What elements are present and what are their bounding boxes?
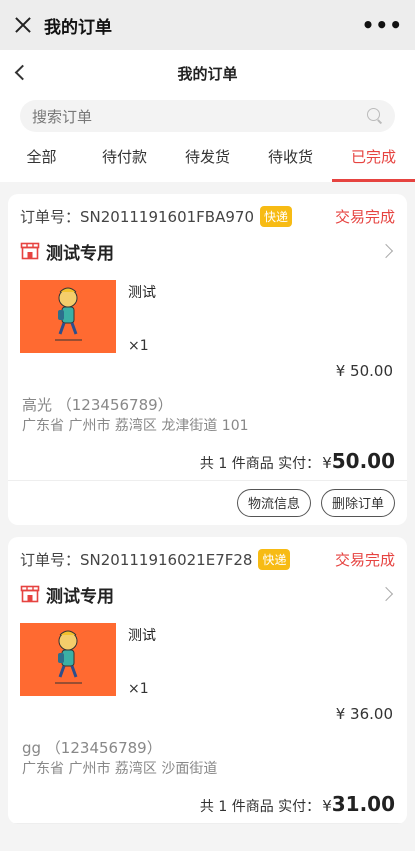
- order-status: 交易完成: [334, 550, 395, 569]
- shop-icon: [20, 242, 40, 260]
- shop-name: 测试专用: [46, 586, 114, 607]
- recipient-contact: 高光 （123456789）: [22, 396, 173, 414]
- total-label: 共 1 件商品 实付：: [199, 456, 321, 472]
- order-status: 交易完成: [334, 207, 395, 226]
- chevron-right-icon[interactable]: [379, 243, 395, 259]
- item-name: 测试: [128, 628, 156, 644]
- search-placeholder: 搜索订单: [32, 107, 93, 126]
- order-header: 订单号：SN20111916021E7F28 快递 交易完成: [8, 537, 407, 571]
- shop-row[interactable]: 测试专用: [8, 571, 407, 617]
- item-quantity: ×1: [128, 681, 149, 697]
- order-actions: 物流信息 删除订单: [8, 481, 407, 525]
- item-price: ¥ 36.00: [335, 705, 393, 723]
- shop-name: 测试专用: [46, 243, 114, 264]
- total-label: 共 1 件商品 实付：: [199, 799, 321, 815]
- delete-order-button[interactable]: 删除订单: [320, 489, 395, 517]
- tab-pending-shipment[interactable]: 待发货: [166, 138, 249, 182]
- address-line: 广东省 广州市 荔湾区 沙面街道: [22, 761, 218, 777]
- logistics-button[interactable]: 物流信息: [236, 489, 311, 517]
- product-illustration: [55, 287, 82, 341]
- order-item[interactable]: 测试 ×1: [8, 623, 407, 705]
- tab-all[interactable]: 全部: [0, 138, 83, 182]
- tab-completed[interactable]: 已完成: [332, 138, 415, 182]
- order-number: 订单号：SN2011191601FBA970: [20, 207, 254, 226]
- item-info: 测试 ×1: [128, 280, 156, 362]
- order-number: 订单号：SN20111916021E7F28: [20, 550, 253, 569]
- search-input[interactable]: 搜索订单: [20, 100, 395, 132]
- search-icon[interactable]: [367, 108, 383, 124]
- product-image: [20, 623, 116, 696]
- total-amount: 31.00: [331, 792, 395, 816]
- page-title: 我的订单: [177, 64, 238, 83]
- order-header: 订单号：SN2011191601FBA970 快递 交易完成: [8, 194, 407, 228]
- shipping-address: gg （123456789） 广东省 广州市 荔湾区 沙面街道: [8, 737, 407, 778]
- recipient-contact: gg （123456789）: [22, 739, 162, 757]
- order-card[interactable]: 订单号：SN2011191601FBA970 快递 交易完成 测试专用 测试 ×…: [8, 194, 407, 525]
- total-currency: ¥: [322, 454, 332, 472]
- order-total: 共 1 件商品 实付： ¥ 31.00: [8, 792, 407, 824]
- order-tabs: 全部 待付款 待发货 待收货 已完成: [0, 138, 415, 182]
- order-total: 共 1 件商品 实付： ¥ 50.00: [8, 449, 407, 481]
- more-icon[interactable]: •••: [362, 13, 403, 37]
- total-currency: ¥: [322, 797, 332, 815]
- total-amount: 50.00: [331, 449, 395, 473]
- search-area: 搜索订单: [0, 96, 415, 138]
- item-price: ¥ 50.00: [335, 362, 393, 380]
- item-name: 测试: [128, 285, 156, 301]
- item-info: 测试 ×1: [128, 623, 156, 705]
- nav-bar: 我的订单: [0, 50, 415, 96]
- chevron-right-icon[interactable]: [379, 586, 395, 602]
- express-badge: 快递: [260, 205, 293, 227]
- back-icon[interactable]: [10, 62, 32, 84]
- product-image: [20, 280, 116, 353]
- item-quantity: ×1: [128, 338, 149, 354]
- shop-icon: [20, 585, 40, 603]
- shop-row[interactable]: 测试专用: [8, 228, 407, 274]
- tab-pending-receipt[interactable]: 待收货: [249, 138, 332, 182]
- wechat-title-bar: 我的订单 •••: [0, 0, 415, 50]
- address-line: 广东省 广州市 荔湾区 龙津街道 101: [22, 418, 249, 434]
- window-title: 我的订单: [44, 17, 112, 38]
- tab-pending-payment[interactable]: 待付款: [83, 138, 166, 182]
- order-item[interactable]: 测试 ×1: [8, 280, 407, 362]
- order-card[interactable]: 订单号：SN20111916021E7F28 快递 交易完成 测试专用 测试 ×…: [8, 537, 407, 824]
- close-icon[interactable]: [12, 14, 34, 36]
- product-illustration: [55, 630, 82, 684]
- shipping-address: 高光 （123456789） 广东省 广州市 荔湾区 龙津街道 101: [8, 394, 407, 435]
- express-badge: 快递: [258, 548, 291, 570]
